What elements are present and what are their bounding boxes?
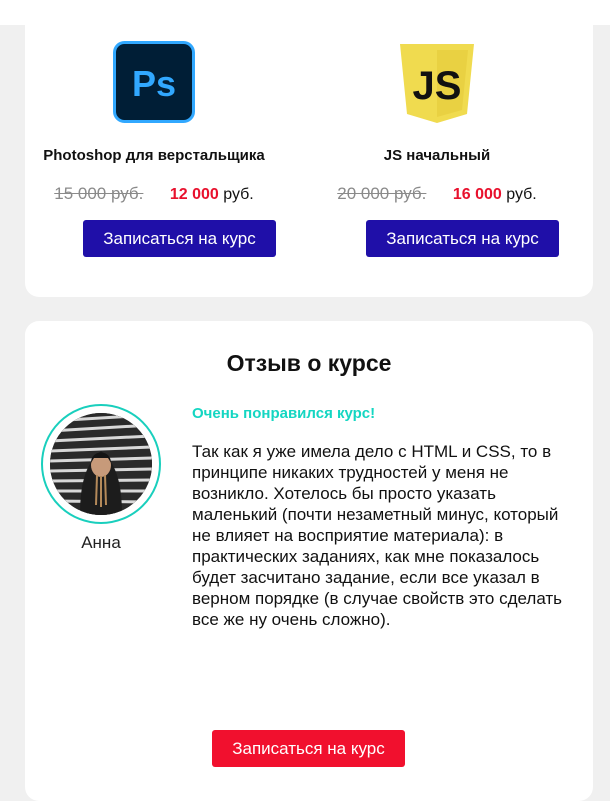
enroll-button-js[interactable]: Записаться на курс bbox=[366, 220, 559, 257]
price-row: 15 000 руб. 12 000 руб. bbox=[25, 184, 283, 204]
old-price: 15 000 руб. bbox=[54, 184, 144, 203]
avatar-ring bbox=[41, 404, 161, 524]
review-text: Так как я уже имела дело с HTML и CSS, т… bbox=[192, 442, 563, 629]
avatar bbox=[50, 413, 152, 515]
old-price: 20 000 руб. bbox=[337, 184, 427, 203]
new-price: 16 000 bbox=[452, 186, 502, 203]
review-tagline: Очень понравился курс! bbox=[192, 405, 376, 422]
javascript-icon: JS bbox=[396, 41, 478, 123]
svg-text:JS: JS bbox=[413, 64, 462, 108]
course-title: Photoshop для верстальщика bbox=[43, 147, 265, 164]
currency-label: руб. bbox=[223, 186, 254, 203]
course-title: JS начальный bbox=[383, 147, 491, 164]
photoshop-icon: Ps bbox=[113, 41, 195, 123]
currency-label: руб. bbox=[506, 186, 537, 203]
new-price: 12 000 bbox=[169, 186, 219, 203]
enroll-button-review[interactable]: Записаться на курс bbox=[212, 730, 405, 767]
reviewer-name: Анна bbox=[81, 533, 121, 552]
price-row: 20 000 руб. 16 000 руб. bbox=[308, 184, 566, 204]
review-heading: Отзыв о курсе bbox=[226, 350, 392, 376]
svg-text:Ps: Ps bbox=[132, 63, 176, 104]
enroll-button-photoshop[interactable]: Записаться на курс bbox=[83, 220, 276, 257]
